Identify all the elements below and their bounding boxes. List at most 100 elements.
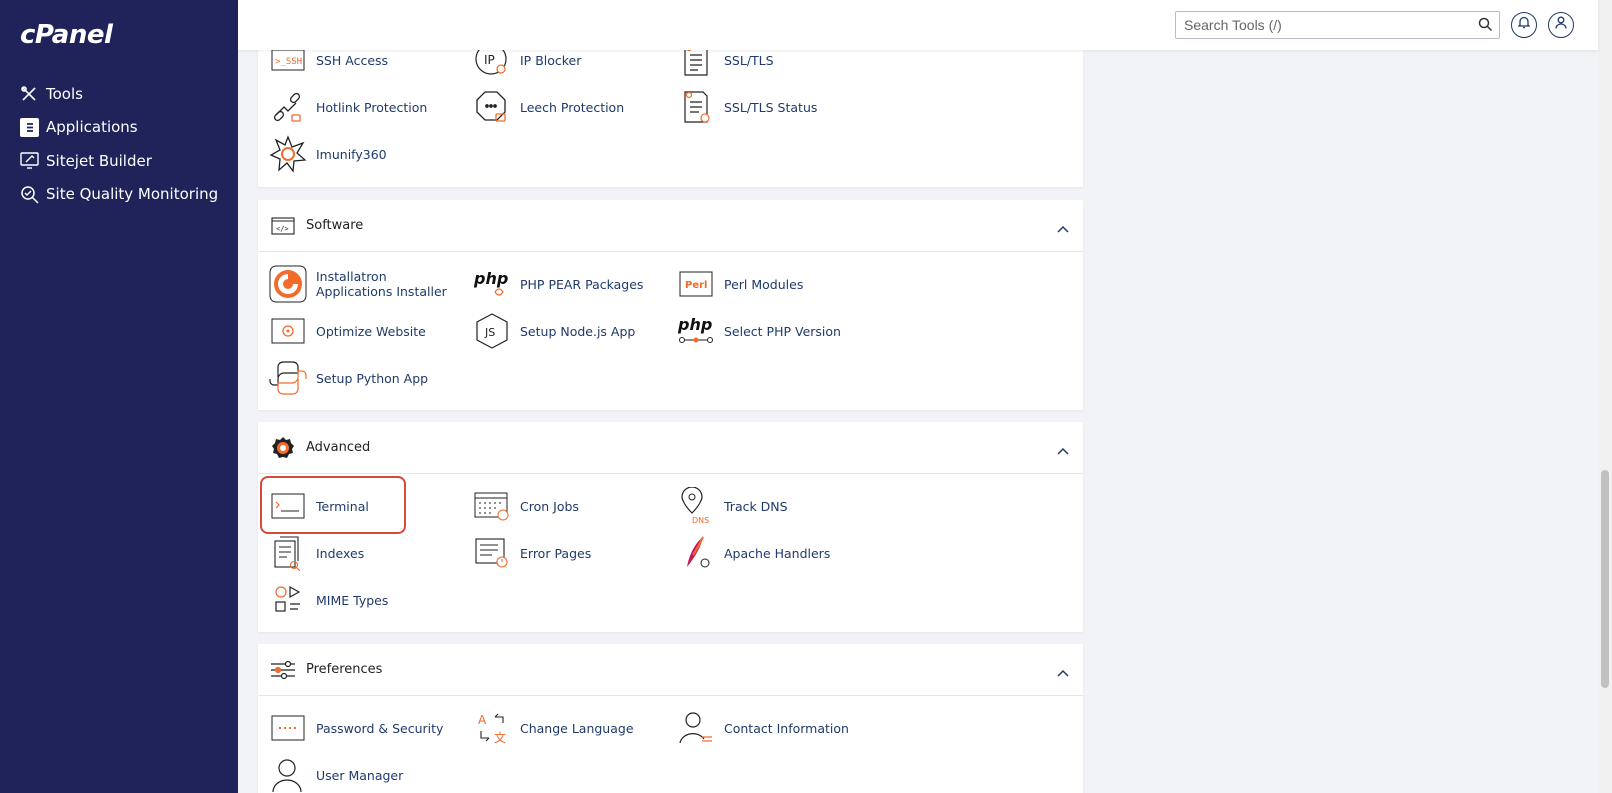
sidebar-item-site-quality[interactable]: Site Quality Monitoring xyxy=(0,178,238,212)
track-dns-icon: DNS xyxy=(676,486,716,526)
svg-text:>_SSH: >_SSH xyxy=(275,57,302,67)
tool-user-manager[interactable]: User Manager xyxy=(268,751,403,793)
scrollbar-thumb[interactable] xyxy=(1601,470,1609,688)
svg-text:DNS: DNS xyxy=(692,516,709,525)
sidebar-item-label: Sitejet Builder xyxy=(46,151,152,170)
software-header[interactable]: </> Software xyxy=(258,200,1083,252)
advanced-card: Advanced Terminal Cron Jobs DNS Track DN… xyxy=(258,422,1083,632)
nodejs-icon: JS xyxy=(472,311,512,351)
ssl-tls-icon xyxy=(676,50,716,80)
cpanel-logo[interactable]: cPanel xyxy=(20,20,113,50)
section-title: Advanced xyxy=(306,440,371,455)
tool-ssl-tls[interactable]: SSL/TLS xyxy=(676,50,774,84)
svg-text:JS: JS xyxy=(484,326,495,339)
tool-hotlink-protection[interactable]: Hotlink Protection xyxy=(268,83,427,131)
tool-setup-nodejs[interactable]: JS Setup Node.js App xyxy=(472,307,635,355)
tool-leech-protection[interactable]: Leech Protection xyxy=(472,83,624,131)
tool-ssh-access[interactable]: >_SSH SSH Access xyxy=(268,50,388,84)
chevron-up-icon[interactable] xyxy=(1057,442,1069,460)
python-icon xyxy=(268,358,308,398)
php-pear-icon: php xyxy=(472,264,512,304)
svg-text:php: php xyxy=(473,269,508,288)
user-icon xyxy=(1555,16,1567,34)
advanced-grid: Terminal Cron Jobs DNS Track DNS Indexes xyxy=(258,474,1083,632)
tool-installatron[interactable]: Installatron Applications Installer xyxy=(268,260,451,308)
software-grid: Installatron Applications Installer php … xyxy=(258,252,1083,410)
search-box xyxy=(1175,11,1500,39)
ip-blocker-icon: IP xyxy=(472,50,512,80)
error-pages-icon xyxy=(472,533,512,573)
tools-icon xyxy=(19,84,39,104)
section-title: Software xyxy=(306,218,364,233)
security-grid: >_SSH SSH Access IP IP Blocker SSL/TLS H… xyxy=(258,50,1083,187)
indexes-icon xyxy=(268,533,308,573)
sidebar-item-sitejet[interactable]: Sitejet Builder xyxy=(0,144,238,178)
preferences-header[interactable]: Preferences xyxy=(258,644,1083,696)
perl-icon: Perl xyxy=(676,264,716,304)
svg-text:文: 文 xyxy=(494,730,506,745)
sidebar-item-label: Applications xyxy=(46,118,138,137)
tool-setup-python[interactable]: Setup Python App xyxy=(268,354,428,402)
preferences-card: Preferences Password & Security A文 Chang… xyxy=(258,644,1083,793)
tool-contact-information[interactable]: Contact Information xyxy=(676,704,849,752)
sliders-icon xyxy=(270,657,296,683)
tool-change-language[interactable]: A文 Change Language xyxy=(472,704,634,752)
security-card: >_SSH SSH Access IP IP Blocker SSL/TLS H… xyxy=(258,50,1083,187)
sidebar-nav: Tools Applications Sitejet Builder Site … xyxy=(0,77,238,211)
php-version-icon: php xyxy=(676,311,716,351)
notifications-button[interactable] xyxy=(1511,12,1537,38)
advanced-header[interactable]: Advanced xyxy=(258,422,1083,474)
tool-track-dns[interactable]: DNS Track DNS xyxy=(676,482,788,530)
sidebar: cPanel Tools Applications Sitejet Builde… xyxy=(0,0,238,793)
user-menu-button[interactable] xyxy=(1548,12,1574,38)
top-header xyxy=(238,0,1598,50)
tool-terminal[interactable]: Terminal xyxy=(268,482,369,530)
svg-text:</>: </> xyxy=(276,225,289,233)
sidebar-item-label: Site Quality Monitoring xyxy=(46,185,219,204)
hotlink-icon xyxy=(268,87,308,127)
tool-apache-handlers[interactable]: Apache Handlers xyxy=(676,529,830,577)
imunify-icon xyxy=(268,134,308,174)
tool-password-security[interactable]: Password & Security xyxy=(268,704,443,752)
contact-icon xyxy=(676,708,716,748)
chevron-up-icon[interactable] xyxy=(1057,664,1069,682)
sidebar-item-label: Tools xyxy=(46,84,83,103)
site-quality-icon xyxy=(19,184,39,204)
tool-cron-jobs[interactable]: Cron Jobs xyxy=(472,482,579,530)
tool-mime-types[interactable]: MIME Types xyxy=(268,576,388,624)
applications-icon xyxy=(19,117,39,137)
ssl-status-icon xyxy=(676,87,716,127)
installatron-icon xyxy=(268,264,308,304)
svg-text:IP: IP xyxy=(484,53,495,67)
password-icon xyxy=(268,708,308,748)
cron-icon xyxy=(472,486,512,526)
bell-icon xyxy=(1517,16,1531,34)
user-manager-icon xyxy=(268,755,308,793)
tool-perl-modules[interactable]: Perl Perl Modules xyxy=(676,260,803,308)
chevron-up-icon[interactable] xyxy=(1057,220,1069,238)
tool-optimize-website[interactable]: Optimize Website xyxy=(268,307,426,355)
tool-imunify360[interactable]: Imunify360 xyxy=(268,130,387,178)
software-card: </> Software Installatron Applications I… xyxy=(258,200,1083,410)
sidebar-item-applications[interactable]: Applications xyxy=(0,111,238,145)
optimize-icon xyxy=(268,311,308,351)
svg-text:Perl: Perl xyxy=(685,280,707,291)
svg-text:A: A xyxy=(478,713,487,727)
tool-php-pear[interactable]: php PHP PEAR Packages xyxy=(472,260,643,308)
tool-indexes[interactable]: Indexes xyxy=(268,529,364,577)
tool-select-php-version[interactable]: php Select PHP Version xyxy=(676,307,841,355)
ssh-icon: >_SSH xyxy=(268,50,308,80)
main-content: >_SSH SSH Access IP IP Blocker SSL/TLS H… xyxy=(238,50,1598,793)
search-icon[interactable] xyxy=(1478,17,1493,37)
sitejet-icon xyxy=(19,151,39,171)
search-input[interactable] xyxy=(1176,12,1466,38)
tool-ssl-tls-status[interactable]: SSL/TLS Status xyxy=(676,83,817,131)
page-scrollbar[interactable] xyxy=(1598,0,1612,793)
tool-ip-blocker[interactable]: IP IP Blocker xyxy=(472,50,581,84)
leech-icon xyxy=(472,87,512,127)
tool-error-pages[interactable]: Error Pages xyxy=(472,529,591,577)
terminal-icon xyxy=(268,486,308,526)
sidebar-item-tools[interactable]: Tools xyxy=(0,77,238,111)
code-window-icon: </> xyxy=(270,213,296,239)
preferences-grid: Password & Security A文 Change Language C… xyxy=(258,696,1083,793)
